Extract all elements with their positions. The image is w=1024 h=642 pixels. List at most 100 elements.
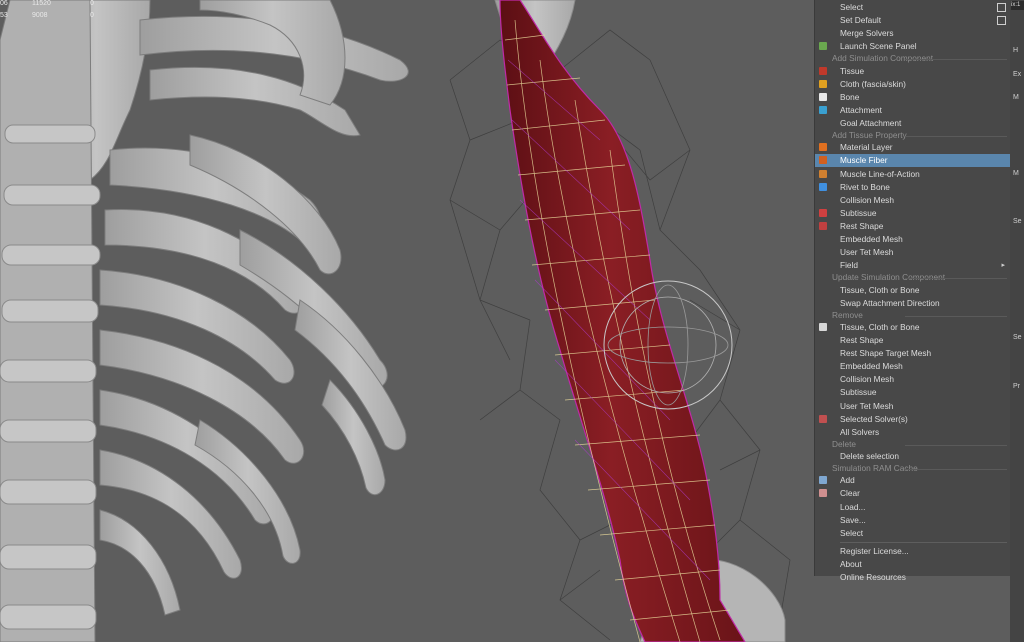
menu-item-label: Add [840,475,855,486]
stats-hud: 06 11520 0 53 9008 0 [0,0,110,24]
option-box-checkbox[interactable] [997,16,1006,26]
menu-item-label: Save... [840,514,866,525]
stats-row: 53 9008 0 [0,12,110,22]
menu-item[interactable]: Clear [815,487,1011,500]
menu-item-label: Rivet to Bone [840,181,890,192]
menu-item-label: Selected Solver(s) [840,413,908,424]
remove-tissue-icon [819,322,827,331]
menu-item-label: Subtissue [840,207,877,218]
rivet-icon [819,182,827,191]
menu-item[interactable]: Subtissue [815,386,1011,399]
stats-value: 0 [90,0,94,7]
line-of-action-icon [819,169,827,178]
menu-section-header: Simulation RAM Cache [815,463,1011,474]
menu-section-header: Add Simulation Component [815,53,1011,64]
menu-item[interactable]: Select [815,1,1011,14]
menu-item-label: Goal Attachment [840,118,902,128]
menu-item[interactable]: Rivet to Bone [815,181,1011,194]
menu-item[interactable]: Tissue, Cloth or Bone [815,321,1011,334]
menu-item[interactable]: Tissue [815,65,1011,78]
stats-row: 06 11520 0 [0,0,110,10]
attribute-section-label: Se [1013,334,1022,341]
menu-item[interactable]: Set Default [815,14,1011,27]
attribute-field[interactable]: ix:1 [1011,1,1024,10]
menu-item-label: Tissue, Cloth or Bone [840,321,920,332]
menu-item[interactable]: About [815,558,1011,571]
attribute-section-label: Pr [1013,383,1020,390]
menu-item[interactable]: Select [815,527,1011,540]
menu-item-label: Embedded Mesh [840,234,903,244]
menu-item[interactable]: Selected Solver(s) [815,413,1011,426]
menu-item-label: Rest Shape Target Mesh [840,348,932,359]
menu-item-label: About [840,558,862,569]
menu-item-label: Swap Attachment Direction [840,297,940,308]
menu-section-label: Remove [832,309,863,320]
menu-section-label: Update Simulation Component [832,272,945,283]
menu-item-label: Muscle Line-of-Action [840,168,920,179]
menu-item[interactable]: Online Resources [815,571,1011,584]
menu-item[interactable]: Collision Mesh [815,373,1011,386]
menu-item-label: Collision Mesh [840,374,894,385]
bone-icon [819,92,827,101]
menu-item-label: Tissue, Cloth or Bone [840,284,920,295]
menu-item[interactable]: Launch Scene Panel [815,40,1011,53]
tissue-icon [819,66,827,75]
menu-item[interactable]: Merge Solvers [815,27,1011,40]
menu-item-label: Delete selection [840,451,900,461]
menu-item[interactable]: Goal Attachment [815,117,1011,130]
menu-section-label: Delete [832,438,856,449]
menu-item[interactable]: User Tet Mesh [815,246,1011,259]
menu-item[interactable]: Field ▸ [815,259,1011,272]
menu-item[interactable]: Subtissue [815,207,1011,220]
menu-separator [840,541,1007,543]
menu-item-label: Embedded Mesh [840,361,903,372]
menu-item-label: Field [840,260,858,271]
cache-clear-icon [819,489,827,498]
attribute-panel: ix:1 H Ex M M Se Se Pr [1010,0,1024,642]
menu-item-label: Set Default [840,15,882,26]
menu-item[interactable]: User Tet Mesh [815,400,1011,413]
menu-item[interactable]: Load... [815,501,1011,514]
menu-item-label: Rest Shape [840,335,884,345]
menu-item[interactable]: All Solvers [815,426,1011,439]
menu-item[interactable]: Save... [815,514,1011,527]
menu-section-header: Remove [815,310,1011,321]
menu-item[interactable]: Delete selection [815,450,1011,463]
menu-item-label: Register License... [840,545,909,556]
menu-item[interactable]: Embedded Mesh [815,360,1011,373]
option-box-checkbox[interactable] [997,3,1006,12]
submenu-arrow-icon: ▸ [1001,262,1005,270]
menu-item-label: Bone [840,91,860,102]
menu-item-label: All Solvers [840,426,880,437]
cache-add-icon [819,476,827,485]
muscle-fiber-icon [819,156,827,165]
menu-item-label: Material Layer [840,142,893,153]
menu-item[interactable]: Bone [815,91,1011,104]
menu-item-label: Subtissue [840,387,877,398]
menu-item-label: Merge Solvers [840,28,894,39]
attribute-section-label: M [1013,170,1019,177]
menu-item[interactable]: Rest Shape [815,220,1011,233]
attachment-icon [819,105,827,114]
rest-shape-icon [819,221,827,230]
menu-item[interactable]: Attachment [815,104,1011,117]
menu-item-label: Select [840,2,864,12]
menu-item[interactable]: Tissue, Cloth or Bone [815,284,1011,297]
menu-item[interactable]: Cloth (fascia/skin) [815,78,1011,91]
menu-item[interactable]: Register License... [815,545,1011,558]
menu-item-label: Cloth (fascia/skin) [840,78,906,89]
menu-item[interactable]: Rest Shape Target Mesh [815,347,1011,360]
context-menu: Select Set Default Merge Solvers Launch Sce… [814,0,1011,582]
menu-item-label: Load... [840,501,866,512]
menu-item[interactable]: Add [815,474,1011,487]
menu-item[interactable]: Muscle Line-of-Action [815,168,1011,181]
menu-item[interactable]: Collision Mesh [815,194,1011,207]
menu-item[interactable]: Material Layer [815,141,1011,154]
cloth-icon [819,79,827,88]
menu-item[interactable]: Muscle Fiber [815,154,1011,168]
menu-item-label: Tissue [840,65,865,76]
menu-item[interactable]: Swap Attachment Direction [815,297,1011,310]
menu-section-label: Add Tissue Property [832,130,907,141]
menu-item[interactable]: Embedded Mesh [815,233,1011,246]
menu-item[interactable]: Rest Shape [815,334,1011,347]
